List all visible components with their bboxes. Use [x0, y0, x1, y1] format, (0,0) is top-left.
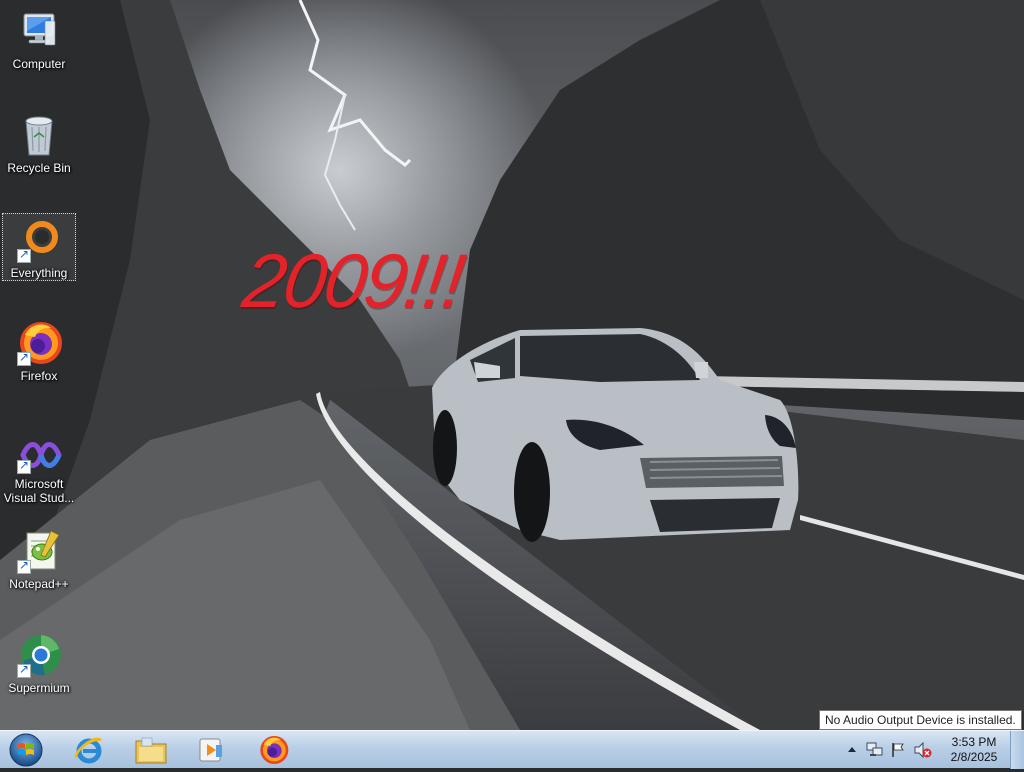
- notepad-plus-plus-icon: [15, 527, 63, 575]
- start-button[interactable]: [6, 733, 46, 767]
- desktop-icon-label: Microsoft Visual Stud...: [3, 477, 75, 505]
- taskbar-media-player[interactable]: [184, 733, 238, 767]
- show-hidden-icons-icon: [848, 747, 856, 752]
- desktop-icon-supermium[interactable]: Supermium: [2, 629, 76, 697]
- desktop-icon-label: Recycle Bin: [7, 161, 71, 175]
- wallpaper-overlay-text: 2009!!!: [238, 239, 469, 324]
- desktop-icon-label: Supermium: [8, 681, 70, 695]
- desktop-icon-everything[interactable]: Everything: [2, 213, 76, 281]
- wallpaper-scene: [0, 0, 1024, 730]
- media-player-icon: [199, 738, 222, 762]
- desktop-icon-recycle-bin[interactable]: Recycle Bin: [2, 109, 76, 177]
- desktop-icon-label: Computer: [12, 57, 66, 71]
- taskbar: 3:53 PM 2/8/2025: [0, 730, 1024, 769]
- desktop-icon-firefox[interactable]: Firefox: [2, 317, 76, 385]
- volume-muted-icon: [914, 741, 932, 759]
- shortcut-arrow-icon: [17, 662, 31, 678]
- taskbar-internet-explorer[interactable]: [62, 733, 116, 767]
- show-desktop-button[interactable]: [1010, 731, 1024, 769]
- shortcut-arrow-icon: [17, 458, 31, 474]
- audio-tooltip: No Audio Output Device is installed.: [819, 710, 1022, 730]
- shortcut-arrow-icon: [17, 350, 31, 366]
- internet-explorer-icon: [74, 737, 102, 764]
- clock-time: 3:53 PM: [951, 735, 997, 749]
- taskbar-firefox[interactable]: [246, 733, 300, 767]
- lightning-bolt: [298, 0, 412, 167]
- network-icon: [866, 742, 883, 756]
- desktop-icon-label: Notepad++: [9, 577, 69, 591]
- firefox-icon: [260, 736, 289, 764]
- desktop-wallpaper: 2009!!!: [0, 0, 1024, 730]
- desktop-icon-visual-studio[interactable]: Microsoft Visual Stud...: [2, 433, 76, 507]
- taskbar-clock[interactable]: 3:53 PM 2/8/2025: [944, 735, 1004, 765]
- action-center-tray-button[interactable]: [890, 742, 906, 758]
- shortcut-arrow-icon: [17, 247, 31, 263]
- desktop-icon-computer[interactable]: Computer: [2, 5, 76, 73]
- clock-date: 2/8/2025: [950, 750, 998, 764]
- windows-logo-icon: [9, 733, 43, 767]
- visual-studio-icon: [15, 435, 63, 475]
- desktop-icon-label: Everything: [10, 266, 68, 280]
- action-center-flag-icon: [892, 743, 904, 757]
- firefox-icon: [15, 319, 63, 367]
- supermium-icon: [15, 631, 63, 679]
- everything-icon: [15, 216, 63, 264]
- desktop-icon-label: Firefox: [20, 369, 58, 383]
- taskbar-file-explorer[interactable]: [124, 733, 178, 767]
- computer-icon: [15, 7, 63, 55]
- shortcut-arrow-icon: [17, 558, 31, 574]
- network-tray-button[interactable]: [866, 742, 883, 758]
- volume-tray-button[interactable]: [914, 741, 932, 759]
- show-hidden-icons-button[interactable]: [844, 742, 860, 758]
- file-explorer-icon: [135, 737, 167, 764]
- desktop-icon-notepad-plus-plus[interactable]: Notepad++: [2, 525, 76, 593]
- recycle-bin-icon: [15, 111, 63, 159]
